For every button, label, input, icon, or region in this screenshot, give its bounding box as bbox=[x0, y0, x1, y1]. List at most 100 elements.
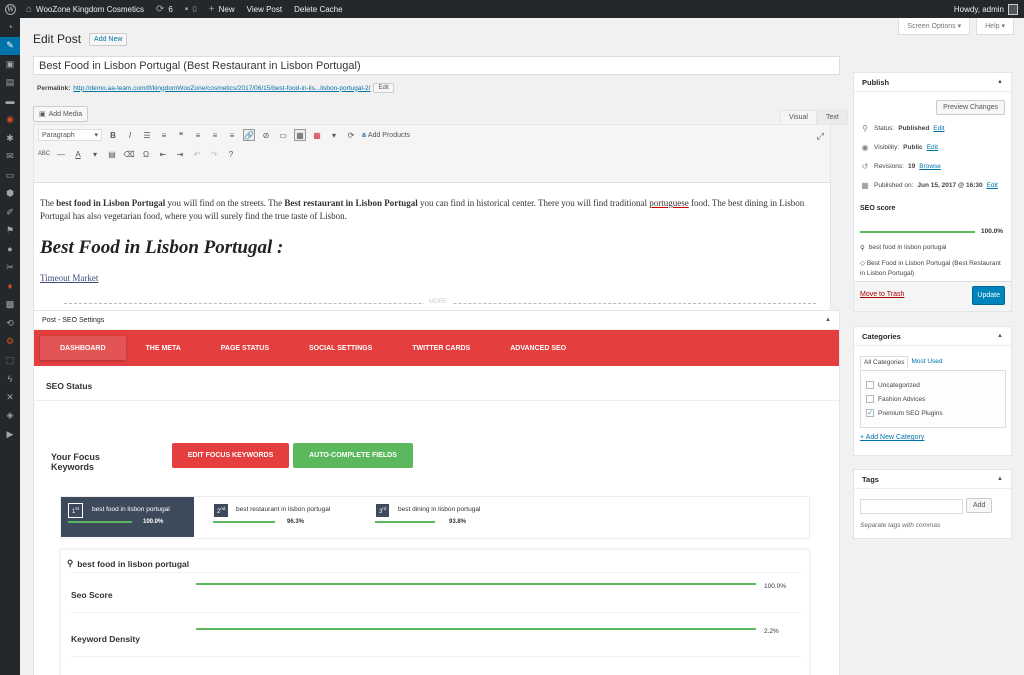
addon-icon[interactable]: ⚙ bbox=[0, 333, 20, 352]
users-icon[interactable]: ● bbox=[0, 240, 20, 259]
clear-formatting-icon[interactable]: ⌫ bbox=[123, 148, 135, 160]
wordpress-logo-icon[interactable]: W bbox=[0, 0, 20, 18]
align-right-icon[interactable]: ≡ bbox=[226, 129, 238, 141]
preview-changes-button[interactable]: Preview Changes bbox=[936, 100, 1005, 115]
unlink-icon[interactable]: ⊘ bbox=[260, 129, 272, 141]
keyword-item-3[interactable]: 3rd best dining in lisbon portugal 93.8% bbox=[368, 497, 523, 537]
comments-icon[interactable]: ▬ bbox=[0, 92, 20, 111]
move-to-trash-link[interactable]: Move to Trash bbox=[860, 291, 904, 298]
categories-header[interactable]: Categories ▲ bbox=[854, 327, 1011, 346]
tags-header[interactable]: Tags ▲ bbox=[854, 470, 1011, 489]
products-icon[interactable]: ⬢ bbox=[0, 185, 20, 204]
published-edit-link[interactable]: Edit bbox=[987, 182, 998, 189]
comments-link[interactable]: ▪ 0 bbox=[179, 0, 203, 18]
tab-all-categories[interactable]: All Categories bbox=[860, 356, 909, 368]
screen-options-button[interactable]: Screen Options ▾ bbox=[898, 18, 971, 35]
status-edit-link[interactable]: Edit bbox=[933, 125, 944, 132]
tab-the-meta[interactable]: THE META bbox=[126, 336, 201, 360]
plugins-icon[interactable]: ⚑ bbox=[0, 222, 20, 241]
edit-focus-keywords-button[interactable]: EDIT FOCUS KEYWORDS bbox=[172, 443, 289, 468]
color-dropdown-icon[interactable]: ▾ bbox=[89, 148, 101, 160]
tab-dashboard[interactable]: DASHBOARD bbox=[40, 336, 126, 360]
strikethrough-icon[interactable]: ABC bbox=[38, 148, 50, 160]
tools-icon[interactable]: ✂ bbox=[0, 259, 20, 278]
tab-most-used[interactable]: Most Used bbox=[908, 356, 945, 368]
sync-icon[interactable]: ⟲ bbox=[0, 314, 20, 333]
post-title-input[interactable]: Best Food in Lisbon Portugal (Best Resta… bbox=[33, 56, 840, 75]
collapse-arrow-icon[interactable]: ▲ bbox=[997, 476, 1003, 482]
add-new-button[interactable]: Add New bbox=[89, 32, 128, 46]
wpml-icon[interactable]: ◈ bbox=[0, 407, 20, 426]
outdent-icon[interactable]: ⇤ bbox=[157, 148, 169, 160]
bolt-icon[interactable]: ϟ bbox=[0, 370, 20, 389]
content-link[interactable]: Timeout Market bbox=[40, 273, 98, 283]
horizontal-line-icon[interactable]: — bbox=[55, 148, 67, 160]
visibility-edit-link[interactable]: Edit bbox=[927, 144, 938, 151]
undo-icon[interactable]: ↶ bbox=[191, 148, 203, 160]
category-item[interactable]: ✓ Premium SEO Plugins bbox=[866, 409, 943, 417]
view-post-link[interactable]: View Post bbox=[241, 0, 288, 18]
add-media-button[interactable]: ▣ Add Media bbox=[33, 106, 89, 122]
translate-icon[interactable]: ✕ bbox=[0, 388, 20, 407]
more-tag-icon[interactable]: ▭ bbox=[277, 129, 289, 141]
tag-input[interactable] bbox=[860, 499, 963, 514]
collapse-menu-icon[interactable]: ▶ bbox=[0, 425, 20, 444]
indent-icon[interactable]: ⇥ bbox=[174, 148, 186, 160]
tab-text[interactable]: Text bbox=[816, 110, 848, 125]
tab-advanced-seo[interactable]: ADVANCED SEO bbox=[490, 336, 586, 360]
media-icon[interactable]: ▣ bbox=[0, 55, 20, 74]
help-button[interactable]: Help ▾ bbox=[976, 18, 1014, 35]
settings-gear-icon[interactable]: ✱ bbox=[0, 129, 20, 148]
posts-pin-icon[interactable]: ✎ bbox=[0, 36, 20, 55]
dashboard-icon[interactable]: ◔ bbox=[0, 18, 20, 37]
collapse-arrow-icon[interactable]: ▲ bbox=[997, 333, 1003, 339]
collapse-arrow-icon[interactable]: ▲ bbox=[825, 317, 831, 323]
category-item[interactable]: Fashion Advices bbox=[866, 395, 925, 403]
account-menu[interactable]: Howdy, admin bbox=[948, 0, 1024, 18]
updates-link[interactable]: ⟳ 6 bbox=[150, 0, 179, 18]
text-color-icon[interactable]: A bbox=[72, 148, 84, 160]
checkbox[interactable] bbox=[866, 395, 874, 403]
theme-icon[interactable]: ⬚ bbox=[0, 351, 20, 370]
browse-revisions-link[interactable]: Browse bbox=[919, 163, 941, 170]
new-content-link[interactable]: + New bbox=[203, 0, 241, 18]
publish-header[interactable]: Publish ▲ bbox=[854, 73, 1011, 92]
seo-box-header[interactable]: Post - SEO Settings ▲ bbox=[34, 311, 839, 330]
permalink-edit-button[interactable]: Edit bbox=[373, 83, 394, 93]
redo-icon[interactable]: ↷ bbox=[208, 148, 220, 160]
plugin-red-icon[interactable]: ◉ bbox=[0, 111, 20, 130]
link-icon[interactable]: 🔗 bbox=[243, 129, 255, 141]
format-select[interactable]: Paragraph ▾ bbox=[38, 129, 102, 141]
help-icon[interactable]: ? bbox=[225, 148, 237, 160]
toolbar-toggle-icon[interactable]: ▦ bbox=[294, 129, 306, 141]
auto-complete-fields-button[interactable]: AUTO-COMPLETE FIELDS bbox=[293, 443, 413, 468]
add-products-button[interactable]: a Add Products bbox=[362, 132, 410, 139]
keyword-item-1[interactable]: 1st best food in lisbon portugal 100.0% bbox=[61, 497, 194, 537]
fullscreen-icon[interactable]: ⤢ bbox=[817, 131, 824, 142]
refresh-icon[interactable]: ⟳ bbox=[345, 129, 357, 141]
woocommerce-icon[interactable]: ▭ bbox=[0, 166, 20, 185]
bullet-list-icon[interactable]: ☰ bbox=[141, 129, 153, 141]
paste-text-icon[interactable]: ▤ bbox=[106, 148, 118, 160]
slider-icon[interactable]: ▩ bbox=[0, 296, 20, 315]
checkbox-checked[interactable]: ✓ bbox=[866, 409, 874, 417]
update-button[interactable]: Update bbox=[972, 286, 1005, 305]
blockquote-icon[interactable]: ❝ bbox=[175, 129, 187, 141]
seo-plugin-icon[interactable]: ♦ bbox=[0, 277, 20, 296]
category-item[interactable]: Uncategorized bbox=[866, 381, 920, 389]
delete-cache-link[interactable]: Delete Cache bbox=[288, 0, 348, 18]
numbered-list-icon[interactable]: ≡ bbox=[158, 129, 170, 141]
special-char-icon[interactable]: Ω bbox=[140, 148, 152, 160]
italic-icon[interactable]: I bbox=[124, 129, 136, 141]
keyword-item-2[interactable]: 2nd best restaurant in lisbon portugal 9… bbox=[206, 497, 361, 537]
tab-visual[interactable]: Visual bbox=[780, 110, 817, 125]
tab-twitter-cards[interactable]: TWITTER CARDS bbox=[392, 336, 490, 360]
table-dropdown-icon[interactable]: ▾ bbox=[328, 129, 340, 141]
permalink-url[interactable]: http://demo.aa-team.com/tf/kingdomWooZon… bbox=[73, 85, 370, 92]
add-new-category-link[interactable]: + Add New Category bbox=[860, 434, 924, 441]
appearance-icon[interactable]: ✐ bbox=[0, 203, 20, 222]
tab-page-status[interactable]: PAGE STATUS bbox=[201, 336, 289, 360]
align-center-icon[interactable]: ≡ bbox=[209, 129, 221, 141]
pages-icon[interactable]: ▤ bbox=[0, 74, 20, 93]
site-name-link[interactable]: ⌂ WooZone Kingdom Cosmetics bbox=[20, 0, 150, 18]
